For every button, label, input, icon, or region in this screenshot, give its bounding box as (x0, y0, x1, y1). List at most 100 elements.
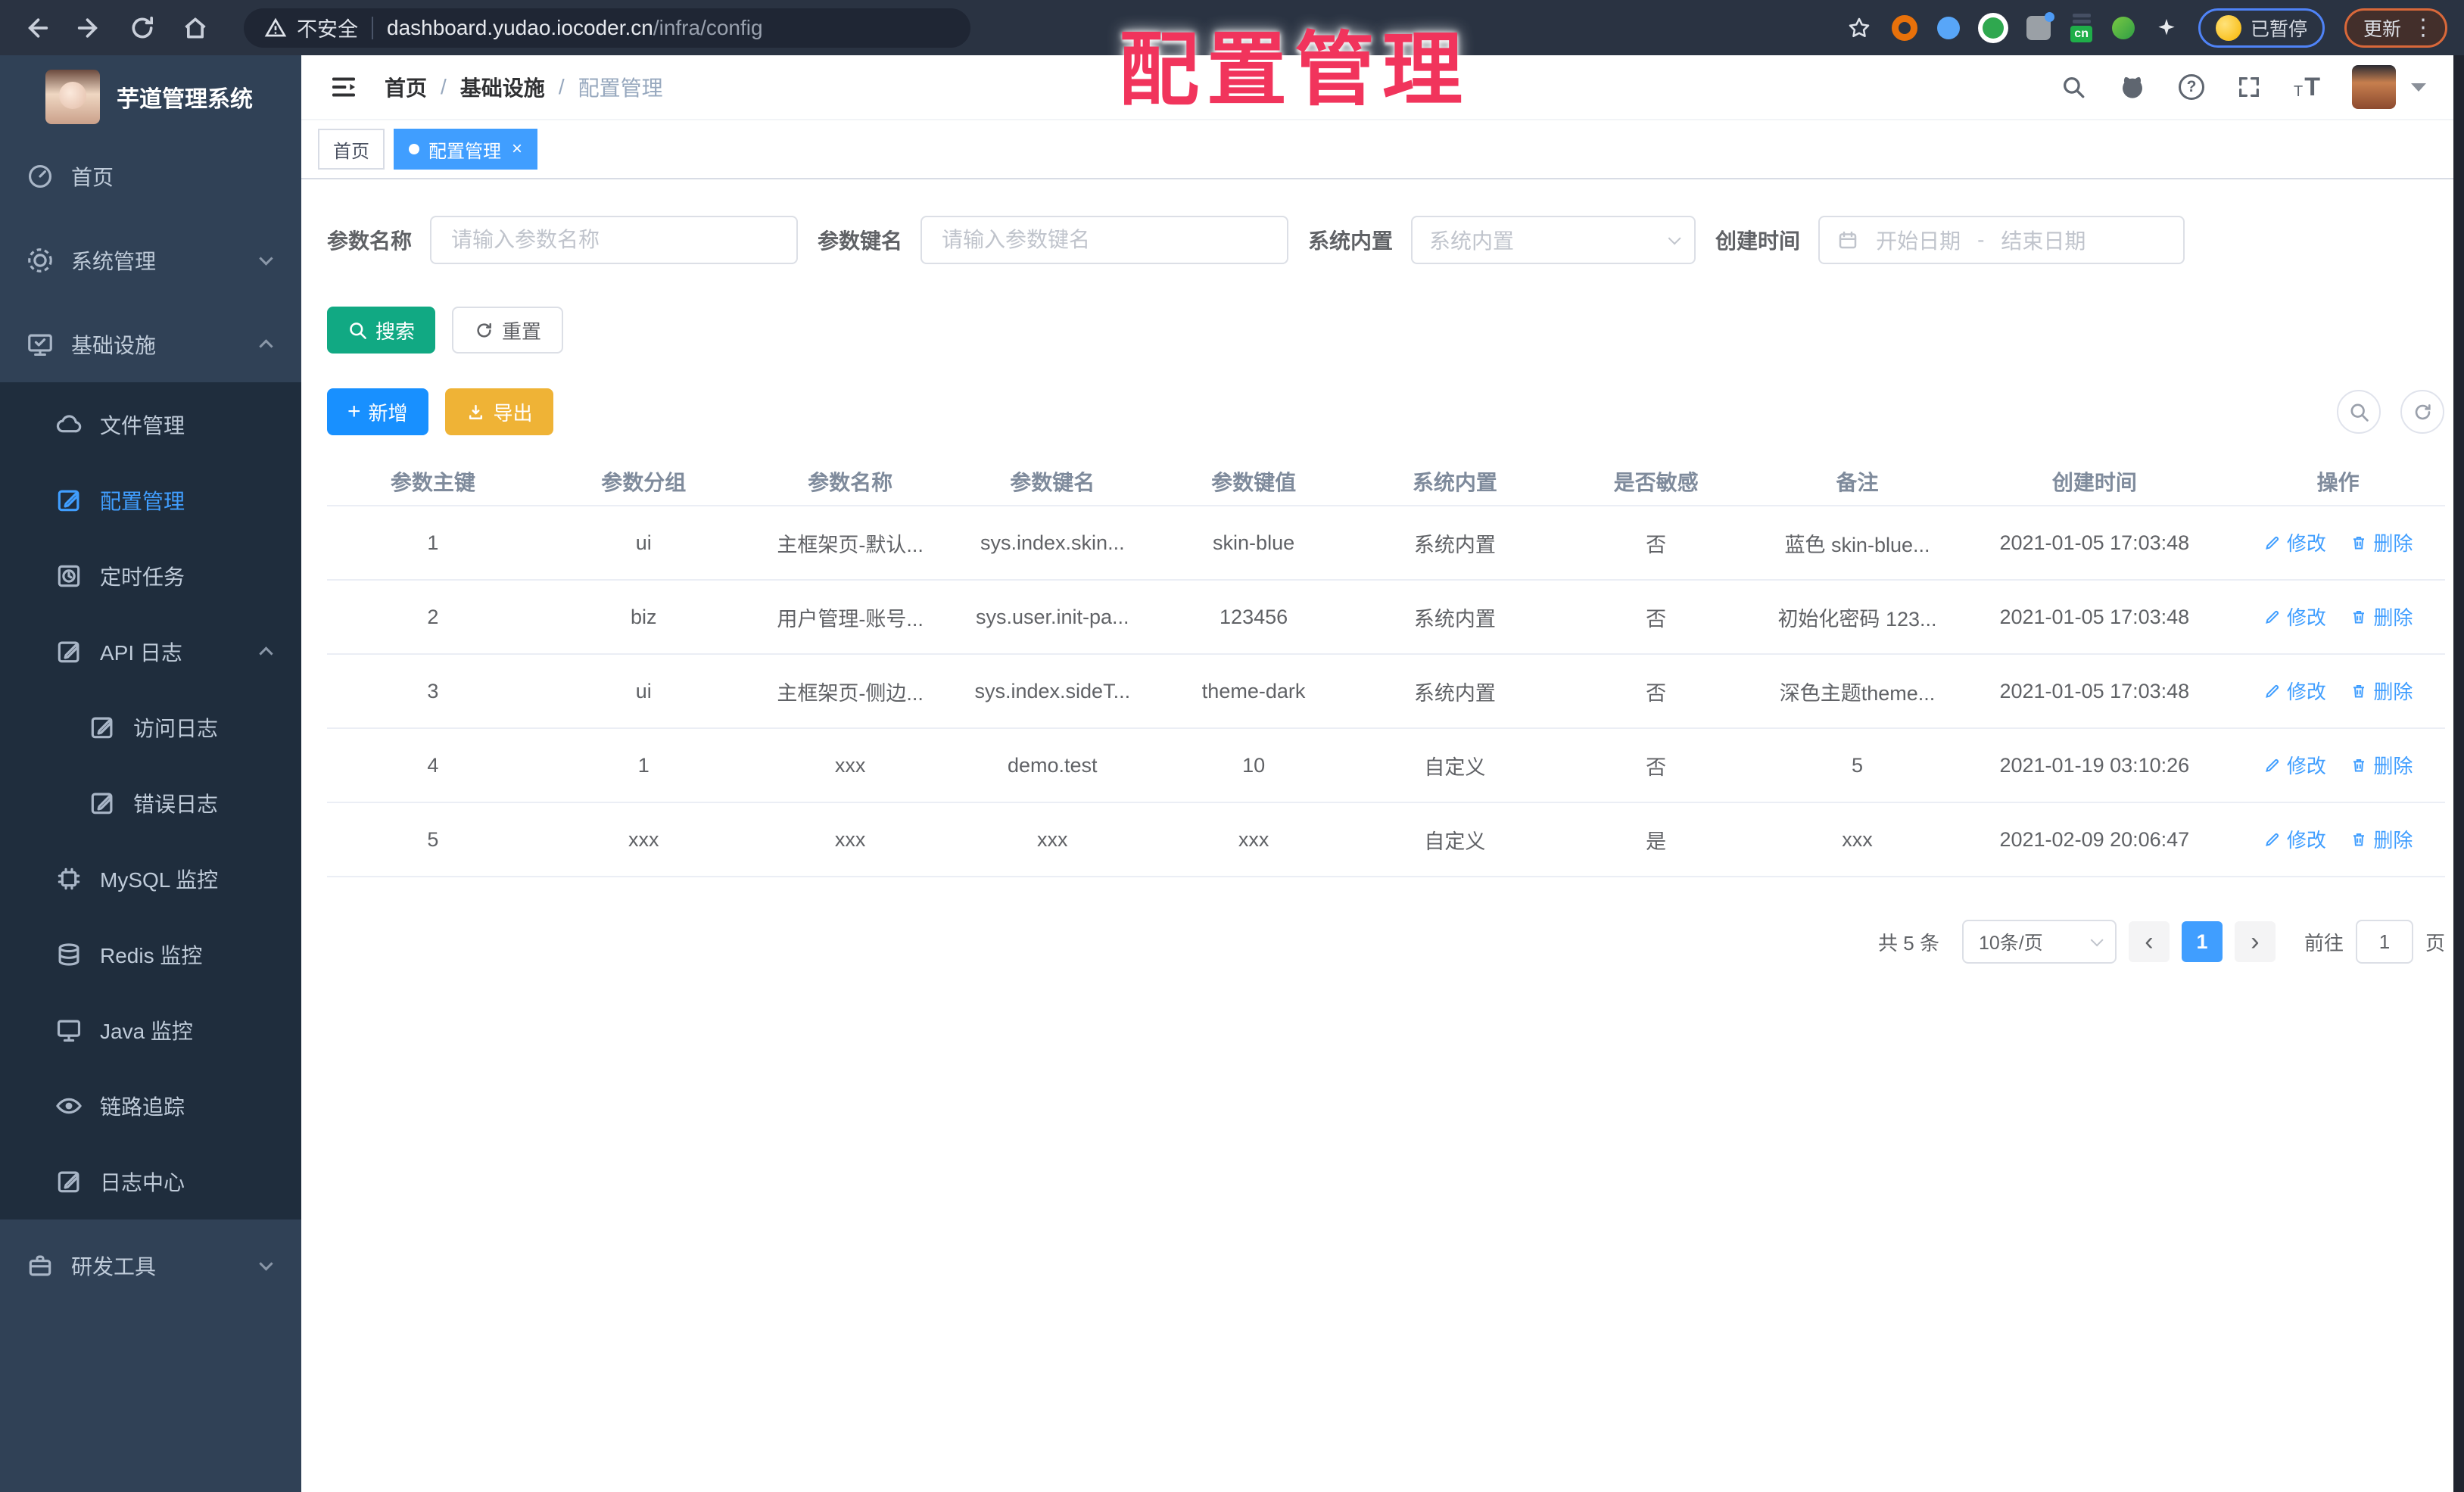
extension-orange-icon[interactable] (1892, 14, 1918, 41)
delete-label: 删除 (2373, 755, 2413, 778)
bookmark-star-icon[interactable] (1846, 15, 1872, 41)
edit-link[interactable]: 修改 (2263, 751, 2326, 779)
system-builtin-select[interactable]: 系统内置 (1411, 216, 1696, 264)
app-logo[interactable]: 芋道管理系统 (0, 55, 301, 139)
delete-link[interactable]: 删除 (2350, 825, 2413, 853)
sidebar-item-redis[interactable]: Redis 监控 (0, 917, 301, 992)
table-cell-actions: 修改 删除 (2231, 603, 2445, 631)
page-size-select[interactable]: 10条/页 (1961, 920, 2117, 964)
font-size-icon[interactable] (2294, 76, 2320, 99)
briefcase-icon (26, 1251, 55, 1280)
sidebar-item-system[interactable]: 系统管理 (0, 223, 301, 298)
column-header: 参数分组 (601, 471, 687, 494)
total-count: 共 5 条 (1878, 931, 1939, 955)
edit-icon (2265, 610, 2279, 624)
table-cell: xxx (1842, 827, 1873, 851)
back-icon[interactable] (21, 13, 51, 43)
export-button[interactable]: 导出 (444, 388, 553, 435)
param-name-input[interactable] (430, 216, 799, 264)
toggle-search-button[interactable] (2337, 390, 2381, 434)
table-cell: 否 (1646, 681, 1667, 705)
url-host: dashboard.yudao.iocoder.cn (387, 15, 653, 39)
forward-icon[interactable] (74, 13, 104, 43)
monitor-icon (55, 1016, 83, 1045)
param-key-input[interactable] (920, 216, 1289, 264)
edit-link[interactable]: 修改 (2263, 825, 2326, 853)
sidebar-item-apilog[interactable]: API 日志 (0, 614, 301, 690)
export-label: 导出 (493, 401, 533, 425)
edit-link[interactable]: 修改 (2263, 603, 2326, 631)
sidebar-item-logcenter[interactable]: 日志中心 (0, 1144, 301, 1219)
sidebar-item-label: 系统管理 (71, 250, 157, 273)
table-toolbar: 新增 导出 (327, 388, 2444, 435)
search-icon[interactable] (2061, 74, 2086, 100)
sidebar-item-job[interactable]: 定时任务 (0, 538, 301, 614)
extension-pin-icon[interactable] (1937, 16, 1961, 39)
address-bar[interactable]: 不安全 dashboard.yudao.iocoder.cn/infra/con… (244, 8, 970, 48)
date-range-picker[interactable]: 开始日期 - 结束日期 (1818, 216, 2185, 264)
delete-link[interactable]: 删除 (2350, 677, 2413, 705)
extension-leaf-icon[interactable] (2111, 16, 2135, 39)
extension-grid-icon[interactable] (2026, 11, 2055, 40)
edit-link[interactable]: 修改 (2263, 528, 2326, 556)
reload-icon[interactable] (127, 13, 157, 43)
close-icon[interactable] (512, 140, 522, 158)
help-icon[interactable] (2179, 74, 2204, 100)
sidebar-item-file[interactable]: 文件管理 (0, 387, 301, 463)
logo-avatar (45, 70, 100, 124)
delete-link[interactable]: 删除 (2350, 751, 2413, 779)
breadcrumb-separator: / (441, 75, 447, 98)
current-page[interactable]: 1 (2181, 921, 2223, 962)
breadcrumb-infra[interactable]: 基础设施 (460, 72, 545, 102)
plus-icon (347, 400, 361, 424)
delete-link[interactable]: 删除 (2350, 528, 2413, 556)
github-icon[interactable] (2118, 73, 2147, 101)
hamburger-icon[interactable] (329, 72, 359, 102)
tab-config[interactable]: 配置管理 (394, 129, 538, 170)
browser-update-button[interactable]: 更新 (2344, 8, 2447, 48)
window-edge (2453, 55, 2464, 1492)
sidebar-item-home[interactable]: 首页 (0, 139, 301, 214)
sidebar-item-trace[interactable]: 链路追踪 (0, 1068, 301, 1144)
fullscreen-icon[interactable] (2236, 74, 2262, 100)
tab-home[interactable]: 首页 (318, 129, 385, 170)
sidebar-item-errorlog[interactable]: 错误日志 (0, 765, 301, 841)
delete-link[interactable]: 删除 (2350, 603, 2413, 631)
table-cell: 否 (1646, 755, 1667, 779)
sidebar-item-mysql[interactable]: MySQL 监控 (0, 841, 301, 917)
edit-link[interactable]: 修改 (2263, 677, 2326, 705)
sidebar-item-devtools[interactable]: 研发工具 (0, 1228, 301, 1304)
extension-cn-icon[interactable]: cn (2070, 13, 2092, 42)
not-secure-warning-icon[interactable] (263, 16, 288, 40)
filter-actions: 搜索 重置 (327, 307, 2444, 354)
pagination: 共 5 条 10条/页 1 前往 页 (327, 920, 2445, 964)
emoji-icon (2215, 14, 2241, 41)
add-button[interactable]: 新增 (327, 388, 428, 435)
table-cell: 深色主题theme... (1779, 681, 1936, 705)
refresh-table-button[interactable] (2400, 390, 2444, 434)
download-icon (469, 404, 482, 419)
sidebar-item-infra[interactable]: 基础设施 (0, 307, 301, 382)
reset-button[interactable]: 重置 (452, 307, 564, 354)
breadcrumb-home[interactable]: 首页 (385, 72, 427, 102)
breadcrumb: 首页 / 基础设施 / 配置管理 (385, 72, 663, 102)
column-header: 参数键名 (1010, 471, 1095, 494)
user-avatar[interactable] (2352, 65, 2396, 109)
prev-page-button[interactable] (2128, 921, 2170, 962)
table-cell: 4 (427, 753, 439, 777)
table-cell: 自定义 (1424, 830, 1486, 853)
extension-green-icon[interactable] (1983, 17, 2005, 39)
sidebar-item-java[interactable]: Java 监控 (0, 992, 301, 1068)
search-button[interactable]: 搜索 (327, 307, 436, 354)
sidebar-item-accesslog[interactable]: 访问日志 (0, 690, 301, 765)
caret-down-icon[interactable] (2411, 83, 2426, 92)
home-icon[interactable] (180, 13, 210, 43)
column-header: 创建时间 (2051, 471, 2137, 494)
paused-extension-chip[interactable]: 已暂停 (2198, 8, 2325, 48)
goto-page-input[interactable] (2355, 920, 2413, 964)
extension-icon[interactable] (2154, 16, 2179, 40)
kebab-menu-icon[interactable] (2412, 14, 2434, 41)
column-header: 参数键值 (1211, 471, 1297, 494)
next-page-button[interactable] (2234, 921, 2276, 962)
sidebar-item-config[interactable]: 配置管理 (0, 463, 301, 538)
